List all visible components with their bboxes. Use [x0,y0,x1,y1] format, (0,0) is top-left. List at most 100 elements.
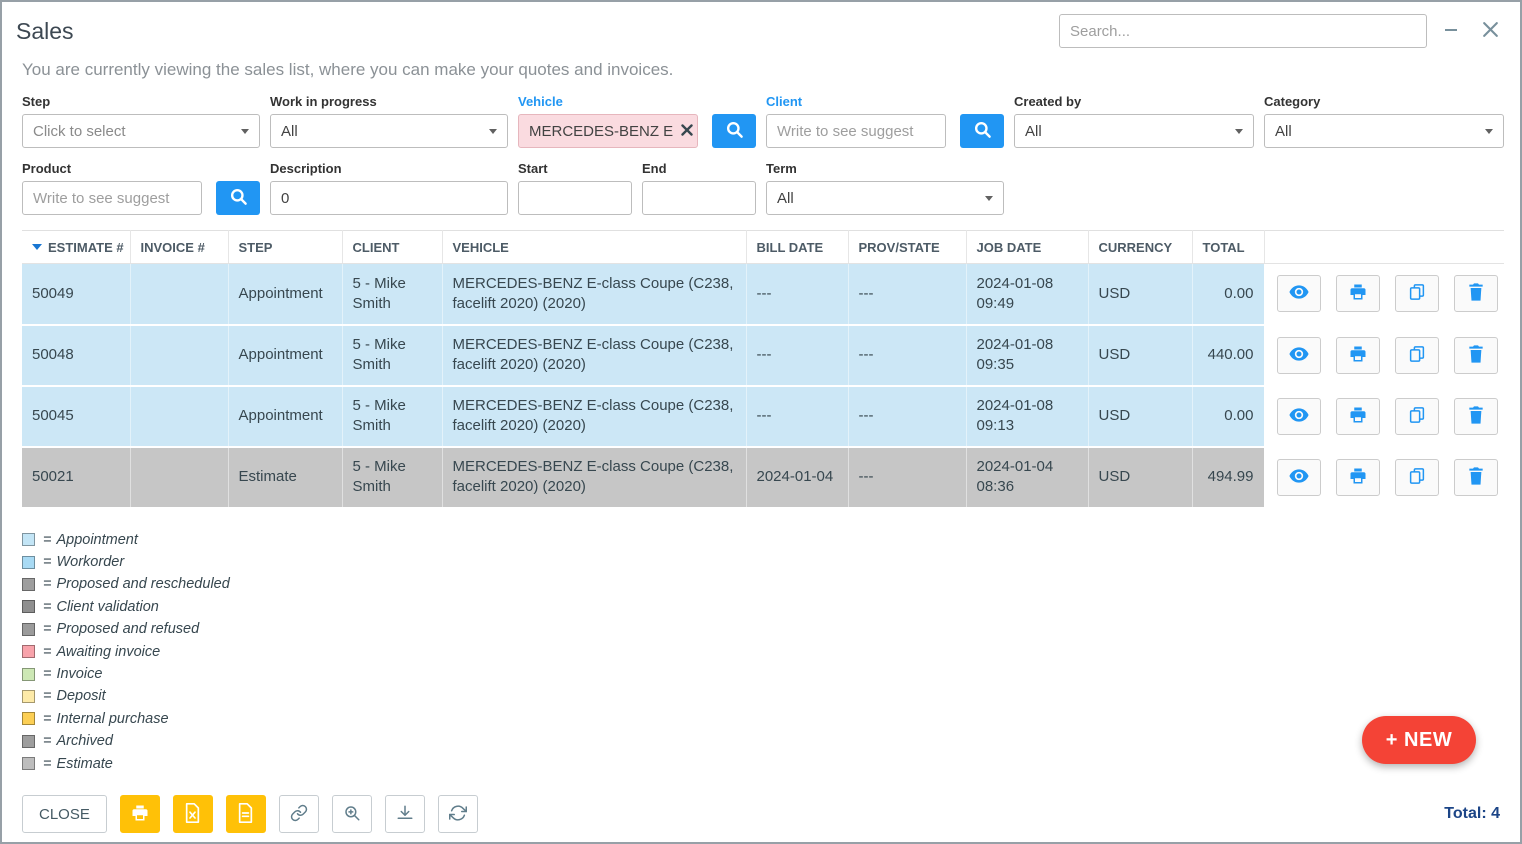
step-select-value: Click to select [33,123,126,140]
copy-icon [1408,406,1426,427]
delete-button[interactable] [1454,275,1498,312]
delete-button[interactable] [1454,459,1498,496]
header-right [1059,14,1506,48]
print-button[interactable] [1336,459,1380,496]
duplicate-button[interactable] [1395,398,1439,435]
trash-icon [1468,283,1484,304]
created-by-select[interactable]: All [1014,114,1254,148]
clear-icon [681,124,693,139]
cell-bill-date: --- [746,264,848,325]
print-button[interactable] [1336,337,1380,374]
work-in-progress-select[interactable]: All [270,114,508,148]
column-header-invoice[interactable]: INVOICE # [130,231,228,264]
legend-label: Client validation [56,599,158,615]
legend-swatch [22,645,35,658]
print-button[interactable] [1336,398,1380,435]
cell-currency: USD [1088,386,1192,447]
global-search-input[interactable] [1059,14,1427,48]
description-input[interactable] [270,181,508,215]
close-window-button[interactable] [1475,16,1506,46]
view-button[interactable] [1277,459,1321,496]
print-button[interactable] [1336,275,1380,312]
cell-prov-state: --- [848,325,966,386]
term-label: Term [766,161,1004,176]
export-pdf-button[interactable] [226,795,266,833]
cell-client: 5 - Mike Smith [342,386,442,447]
copy-link-button[interactable] [279,795,319,833]
duplicate-button[interactable] [1395,275,1439,312]
term-select[interactable]: All [766,181,1004,215]
print-list-button[interactable] [120,795,160,833]
cell-client: 5 - Mike Smith [342,447,442,508]
vehicle-clear-button[interactable] [681,124,693,139]
column-header-currency[interactable]: CURRENCY [1088,231,1192,264]
vehicle-search-button[interactable] [712,114,756,148]
legend-item: =Deposit [22,685,1520,707]
minimize-button[interactable] [1437,18,1465,45]
printer-icon [1349,283,1367,304]
filter-work-in-progress: Work in progress All [270,94,508,148]
close-button[interactable]: CLOSE [22,795,107,833]
filter-client: Client [766,94,1004,148]
cell-invoice [130,264,228,325]
zoom-button[interactable] [332,795,372,833]
category-select[interactable]: All [1264,114,1504,148]
cell-total: 494.99 [1192,447,1264,508]
column-header-vehicle[interactable]: VEHICLE [442,231,746,264]
client-search-button[interactable] [960,114,1004,148]
vehicle-input[interactable] [518,114,698,148]
column-header-estimate[interactable]: ESTIMATE # [22,231,130,264]
view-button[interactable] [1277,275,1321,312]
column-header-bill-date[interactable]: BILL DATE [746,231,848,264]
view-button[interactable] [1277,337,1321,374]
cell-bill-date: --- [746,325,848,386]
legend-swatch [22,690,35,703]
step-select[interactable]: Click to select [22,114,260,148]
search-icon [725,120,744,142]
cell-client: 5 - Mike Smith [342,264,442,325]
row-actions [1264,386,1504,447]
new-sale-button[interactable]: + NEW [1362,716,1476,764]
page-subtitle: You are currently viewing the sales list… [2,48,1520,80]
column-header-total[interactable]: TOTAL [1192,231,1264,264]
link-icon [290,804,308,825]
file-pdf-icon [237,803,254,826]
eye-icon [1289,285,1309,302]
row-actions [1264,447,1504,508]
filter-dates: Start End [518,161,756,215]
footer-toolbar: CLOSE Total: 4 [22,795,1500,833]
duplicate-button[interactable] [1395,459,1439,496]
product-search-button[interactable] [216,181,260,215]
refresh-button[interactable] [438,795,478,833]
column-header-prov-state[interactable]: PROV/STATE [848,231,966,264]
delete-button[interactable] [1454,398,1498,435]
download-button[interactable] [385,795,425,833]
start-date-input[interactable] [518,181,632,215]
table-row[interactable]: 50021 Estimate 5 - Mike Smith MERCEDES-B… [22,447,1504,508]
legend-item: =Estimate [22,752,1520,774]
cell-currency: USD [1088,447,1192,508]
duplicate-button[interactable] [1395,337,1439,374]
work-in-progress-label: Work in progress [270,94,508,109]
column-header-step[interactable]: STEP [228,231,342,264]
table-row[interactable]: 50049 Appointment 5 - Mike Smith MERCEDE… [22,264,1504,325]
filter-term: Term All [766,161,1004,215]
cell-client: 5 - Mike Smith [342,325,442,386]
column-header-client[interactable]: CLIENT [342,231,442,264]
client-input[interactable] [766,114,946,148]
filter-description: Description [270,161,508,215]
table-row[interactable]: 50048 Appointment 5 - Mike Smith MERCEDE… [22,325,1504,386]
table-row[interactable]: 50045 Appointment 5 - Mike Smith MERCEDE… [22,386,1504,447]
filter-product: Product [22,161,260,215]
cell-estimate: 50048 [22,325,130,386]
product-input[interactable] [22,181,202,215]
eye-icon [1289,347,1309,364]
end-date-input[interactable] [642,181,756,215]
cell-total: 440.00 [1192,325,1264,386]
column-header-job-date[interactable]: JOB DATE [966,231,1088,264]
cell-job-date: 2024-01-08 09:49 [966,264,1088,325]
delete-button[interactable] [1454,337,1498,374]
export-excel-button[interactable] [173,795,213,833]
view-button[interactable] [1277,398,1321,435]
trash-icon [1468,467,1484,488]
